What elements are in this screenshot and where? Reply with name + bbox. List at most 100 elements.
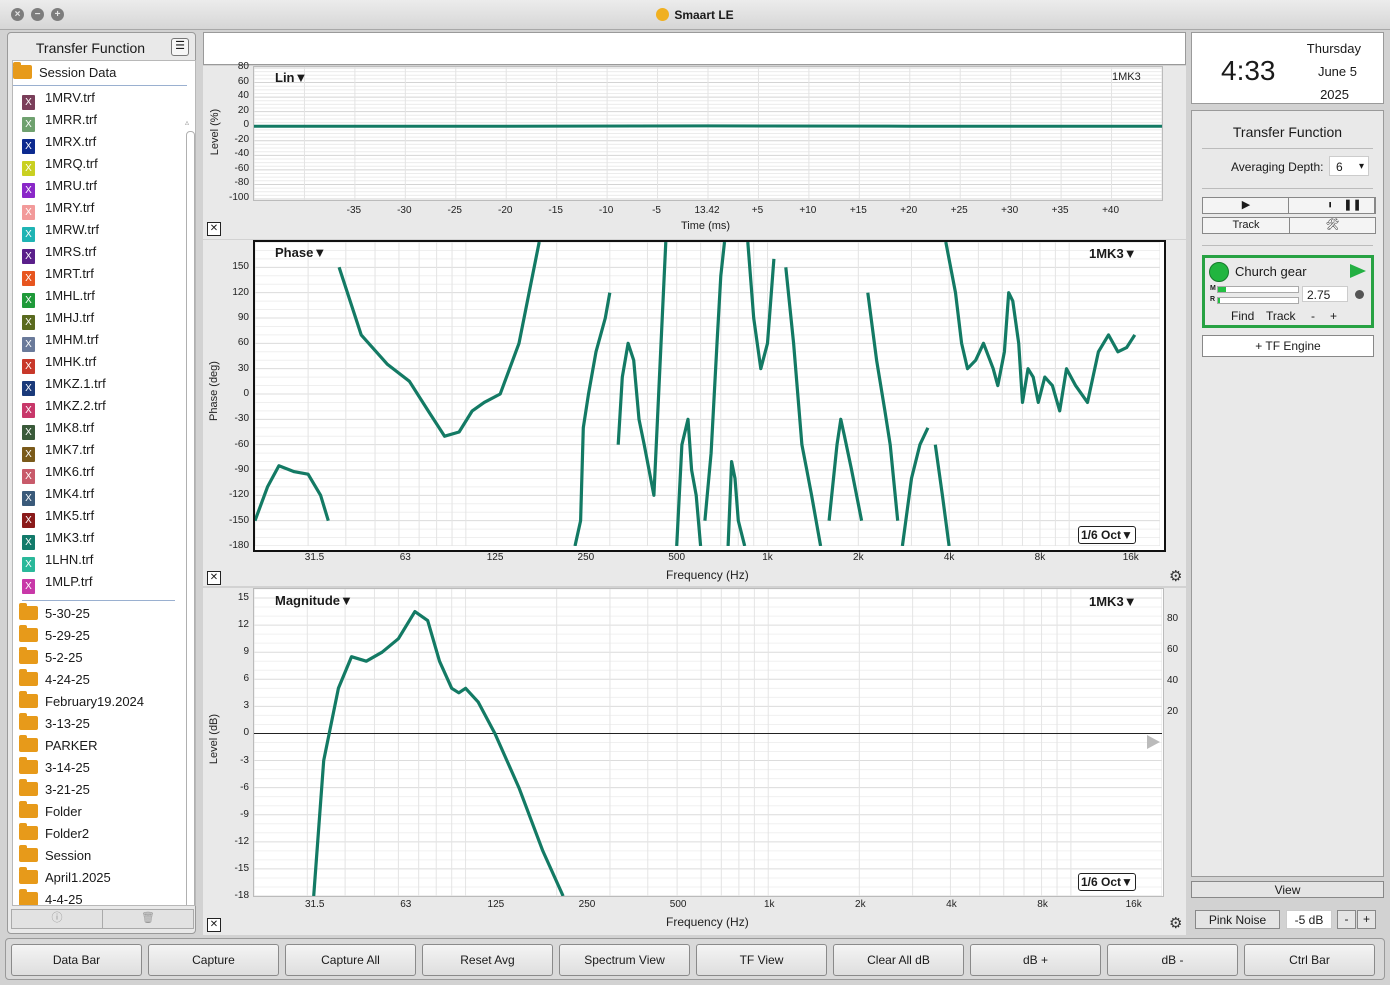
bottom-button-data-bar[interactable]: Data Bar bbox=[11, 944, 142, 976]
phase-smoothing-selector[interactable]: 1/6 Oct▼ bbox=[1078, 526, 1136, 544]
delay-value[interactable]: 2.75 bbox=[1302, 286, 1348, 302]
bottom-button-clear-all-db[interactable]: Clear All dB bbox=[833, 944, 964, 976]
bottom-button-db[interactable]: dB - bbox=[1107, 944, 1238, 976]
tick-label: -100 bbox=[228, 192, 249, 203]
noise-minus-button[interactable]: - bbox=[1337, 910, 1356, 929]
record-icon[interactable] bbox=[1355, 290, 1364, 299]
file-item[interactable]: X 1MK8.trf bbox=[13, 417, 94, 440]
close-pane-icon[interactable]: ✕ bbox=[207, 222, 221, 236]
find-button[interactable]: Find bbox=[1231, 309, 1254, 323]
magnitude-selector[interactable]: Magnitude▼ bbox=[275, 593, 353, 608]
pink-noise-button[interactable]: Pink Noise bbox=[1195, 910, 1280, 929]
folder-item[interactable]: April1.2025 bbox=[13, 867, 111, 889]
info-button[interactable]: ⓘ bbox=[11, 909, 103, 929]
tick-label: -9 bbox=[240, 808, 249, 820]
bottom-button-tf-view[interactable]: TF View bbox=[696, 944, 827, 976]
file-item[interactable]: X 1MRX.trf bbox=[13, 131, 97, 154]
file-item[interactable]: X 1MK4.trf bbox=[13, 483, 94, 506]
tools-button[interactable]: 🛠 bbox=[1289, 217, 1376, 234]
folder-item[interactable]: 4-24-25 bbox=[13, 669, 90, 691]
tick-label: 90 bbox=[237, 312, 249, 323]
pause-button[interactable]: ❚❚ bbox=[1331, 197, 1375, 214]
file-item[interactable]: X 1MHM.trf bbox=[13, 329, 98, 352]
add-tf-engine-button[interactable]: + TF Engine bbox=[1202, 335, 1374, 357]
measurement-active-icon[interactable] bbox=[1209, 262, 1229, 282]
file-item[interactable]: X 1MRS.trf bbox=[13, 241, 96, 264]
file-item[interactable]: X 1MKZ.2.trf bbox=[13, 395, 106, 418]
folder-item[interactable]: 3-21-25 bbox=[13, 779, 90, 801]
close-pane-icon[interactable]: ✕ bbox=[207, 918, 221, 932]
file-item[interactable]: X 1MHL.trf bbox=[13, 285, 95, 308]
scroll-thumb[interactable] bbox=[186, 131, 195, 905]
bottom-button-capture[interactable]: Capture bbox=[148, 944, 279, 976]
scroll-up-icon[interactable]: ▵ bbox=[185, 118, 189, 127]
file-item[interactable]: X 1MK5.trf bbox=[13, 505, 94, 528]
averaging-select[interactable]: 6 bbox=[1329, 156, 1369, 177]
folder-item[interactable]: 5-30-25 bbox=[13, 603, 90, 625]
bottom-button-spectrum-view[interactable]: Spectrum View bbox=[559, 944, 690, 976]
hamburger-menu-icon[interactable]: ☰ bbox=[171, 38, 189, 56]
file-item[interactable]: X 1MRT.trf bbox=[13, 263, 94, 286]
tick-label: +15 bbox=[849, 205, 867, 216]
folder-item[interactable]: 3-13-25 bbox=[13, 713, 90, 735]
file-item[interactable]: X 1MHJ.trf bbox=[13, 307, 94, 330]
delay-plus-button[interactable]: + bbox=[1330, 309, 1337, 323]
phase-plot-area[interactable] bbox=[253, 240, 1166, 552]
file-item[interactable]: X 1MRV.trf bbox=[13, 87, 95, 110]
file-item[interactable]: X 1MHK.trf bbox=[13, 351, 96, 374]
bottom-button-db[interactable]: dB + bbox=[970, 944, 1101, 976]
folder-item[interactable]: Folder bbox=[13, 801, 82, 823]
measurement-play-icon[interactable] bbox=[1350, 264, 1366, 278]
bottom-button-capture-all[interactable]: Capture All bbox=[285, 944, 416, 976]
folder-name: 3-21-25 bbox=[45, 782, 90, 797]
magnitude-measurement-selector[interactable]: 1MK3▼ bbox=[1089, 594, 1137, 609]
delay-minus-button[interactable]: - bbox=[1311, 309, 1315, 323]
folder-item[interactable]: Session bbox=[13, 845, 91, 867]
phase-selector[interactable]: Phase▼ bbox=[275, 245, 326, 260]
file-item[interactable]: X 1MK3.trf bbox=[13, 527, 95, 550]
y-axis-label: Level (dB) bbox=[208, 713, 220, 765]
phase-measurement-selector[interactable]: 1MK3▼ bbox=[1089, 246, 1137, 261]
scrollbar[interactable]: ▵ ▿ bbox=[183, 118, 195, 905]
folder-item[interactable]: 5-2-25 bbox=[13, 647, 83, 669]
play-button[interactable]: ▶ bbox=[1202, 197, 1290, 214]
measurement-card[interactable]: Church gear M R 2.75 Find Track - + bbox=[1202, 255, 1374, 328]
file-item[interactable]: X 1MKZ.1.trf bbox=[13, 373, 106, 396]
folder-item[interactable]: PARKER bbox=[13, 735, 98, 757]
file-item[interactable]: X 1MK6.trf bbox=[13, 461, 94, 484]
file-item[interactable]: X 1MK7.trf bbox=[13, 439, 94, 462]
session-data-folder[interactable]: Session Data bbox=[13, 62, 116, 84]
folder-item[interactable]: 5-29-25 bbox=[13, 625, 90, 647]
magnitude-smoothing-selector[interactable]: 1/6 Oct▼ bbox=[1078, 873, 1136, 891]
file-item[interactable]: X 1MRR.trf bbox=[13, 109, 97, 132]
gear-icon[interactable]: ⚙ bbox=[1169, 569, 1182, 584]
impulse-plot-area[interactable] bbox=[253, 66, 1163, 201]
folder-item[interactable]: February19.2024 bbox=[13, 691, 144, 713]
offset-handle-icon[interactable] bbox=[1147, 735, 1160, 749]
file-item[interactable]: X 1MRU.trf bbox=[13, 175, 97, 198]
folder-open-icon bbox=[13, 62, 32, 79]
file-item[interactable]: X 1MLP.trf bbox=[13, 571, 92, 594]
view-button[interactable]: View bbox=[1191, 881, 1384, 898]
magnitude-plot-area[interactable] bbox=[253, 588, 1164, 897]
file-name: 1MK3.trf bbox=[45, 530, 95, 545]
file-item[interactable]: X 1LHN.trf bbox=[13, 549, 93, 572]
file-name: 1MRX.trf bbox=[45, 134, 97, 149]
track-button[interactable]: Track bbox=[1202, 217, 1290, 234]
close-pane-icon[interactable]: ✕ bbox=[207, 571, 221, 585]
file-item[interactable]: X 1MRY.trf bbox=[13, 197, 94, 220]
bottom-button-ctrl-bar[interactable]: Ctrl Bar bbox=[1244, 944, 1375, 976]
gear-icon[interactable]: ⚙ bbox=[1169, 916, 1182, 931]
folder-item[interactable]: 4-4-25 bbox=[13, 889, 83, 905]
folder-item[interactable]: 3-14-25 bbox=[13, 757, 90, 779]
folder-item[interactable]: Folder2 bbox=[13, 823, 89, 845]
file-item[interactable]: X 1MRQ.trf bbox=[13, 153, 98, 176]
file-name: 1MRQ.trf bbox=[45, 156, 98, 171]
bottom-button-reset-avg[interactable]: Reset Avg bbox=[422, 944, 553, 976]
delete-button[interactable]: 🗑 bbox=[102, 909, 194, 929]
noise-level-field[interactable]: -5 dB bbox=[1286, 910, 1332, 929]
file-item[interactable]: X 1MRW.trf bbox=[13, 219, 99, 242]
track-delay-button[interactable]: Track bbox=[1266, 309, 1296, 323]
noise-plus-button[interactable]: + bbox=[1357, 910, 1376, 929]
plot-type-selector[interactable]: Lin▼ bbox=[275, 70, 307, 85]
